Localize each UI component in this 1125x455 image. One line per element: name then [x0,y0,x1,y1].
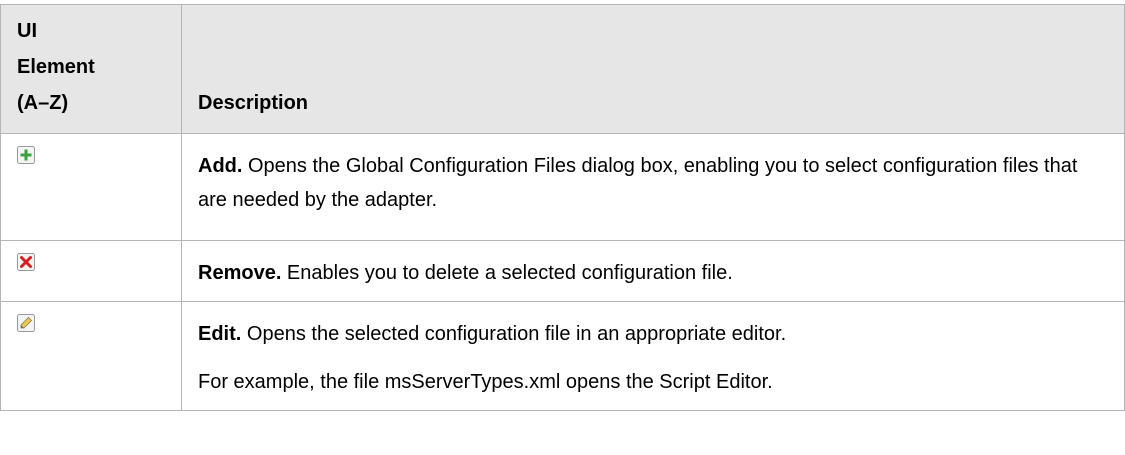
remove-icon [17,253,35,271]
column-header-ui-element-line2: Element [17,56,95,78]
element-term: Remove. [198,262,282,284]
ui-elements-table: UI Element (A–Z) Description Add. Opens … [0,4,1125,411]
element-term: Edit. [198,323,242,345]
column-header-ui-element-line3: (A–Z) [17,92,69,114]
edit-pencil-icon [17,314,35,332]
description-text: Add. Opens the Global Configuration File… [198,149,1108,217]
icon-cell [0,301,182,411]
description-example: For example, the file msServerTypes.xml … [198,371,773,393]
column-header-ui-element-line1: UI [17,20,37,42]
table-row: Remove. Enables you to delete a selected… [0,240,1125,302]
icon-cell [0,240,182,302]
element-term: Add. [198,155,243,177]
element-description: Opens the Global Configuration Files dia… [198,155,1078,211]
table-row: Add. Opens the Global Configuration File… [0,133,1125,241]
table-row: Edit. Opens the selected configuration f… [0,301,1125,411]
icon-cell [0,133,182,241]
add-icon [17,146,35,164]
description-text: Edit. Opens the selected configuration f… [198,317,1108,351]
table-header: UI Element (A–Z) Description [0,4,1125,134]
element-description: Opens the selected configuration file in… [241,323,787,345]
description-text: Remove. Enables you to delete a selected… [198,256,1108,290]
description-cell: Remove. Enables you to delete a selected… [181,240,1125,302]
column-header-ui-element: UI Element (A–Z) [0,4,182,134]
description-cell: Edit. Opens the selected configuration f… [181,301,1125,411]
table-body: Add. Opens the Global Configuration File… [0,133,1125,411]
element-description: Enables you to delete a selected configu… [281,262,733,284]
header-row: UI Element (A–Z) Description [0,4,1125,134]
description-cell: Add. Opens the Global Configuration File… [181,133,1125,241]
column-header-description: Description [181,4,1125,134]
